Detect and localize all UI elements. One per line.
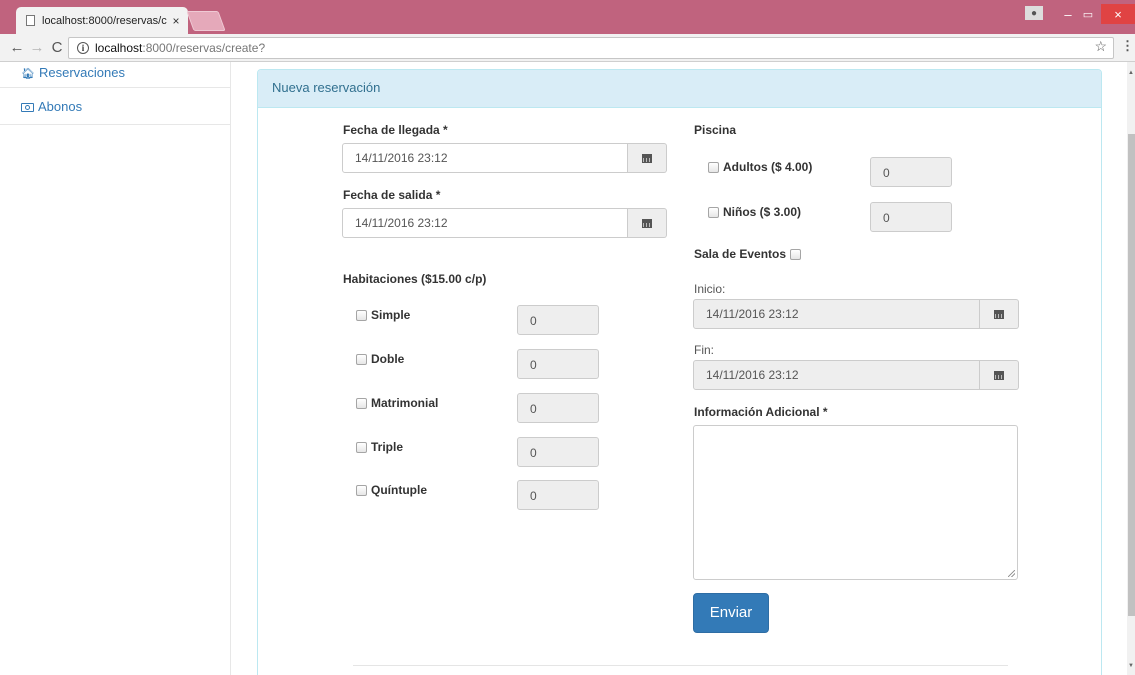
arrival-date-group: 14/11/2016 23:12 [342, 143, 667, 173]
checkbox[interactable] [356, 397, 367, 409]
pool-children-label: Niños ($ 3.00) [723, 205, 802, 219]
start-calendar-button[interactable] [980, 299, 1019, 329]
room-triple-quantity[interactable]: 0 [517, 437, 599, 467]
start-label: Inicio: [694, 282, 726, 296]
sidebar: 🏠︎ Reservaciones Abonos [0, 62, 231, 675]
arrival-date-label: Fecha de llegada * [343, 123, 448, 137]
checkbox[interactable] [708, 206, 719, 218]
tab-close-icon[interactable]: × [168, 14, 184, 28]
room-quintuple-quantity[interactable]: 0 [517, 480, 599, 510]
resize-handle-icon[interactable] [1008, 570, 1015, 577]
url-path: :8000/reservas/create? [142, 41, 266, 55]
forward-arrow-icon[interactable]: → [28, 38, 46, 58]
end-date-group: 14/11/2016 23:12 [693, 360, 1019, 390]
checkbox[interactable] [356, 353, 367, 365]
panel-heading: Nueva reservación [258, 70, 1101, 108]
room-simple-quantity[interactable]: 0 [517, 305, 599, 335]
scroll-down-arrow-icon[interactable]: ▼ [1128, 663, 1134, 669]
sidebar-item-reservaciones[interactable]: 🏠︎ Reservaciones [0, 62, 230, 88]
rooms-label: Habitaciones ($15.00 c/p) [343, 272, 487, 286]
home-icon: 🏠︎ [21, 68, 35, 80]
browser-tab[interactable]: localhost:8000/reservas/c × [16, 7, 188, 34]
submit-button[interactable]: Enviar [693, 593, 769, 633]
divider [353, 665, 1008, 666]
end-calendar-button[interactable] [980, 360, 1019, 390]
additional-info-textarea[interactable] [693, 425, 1018, 580]
reload-icon[interactable]: C [48, 38, 66, 58]
minimize-icon[interactable]: – [1058, 4, 1078, 24]
checkbox[interactable] [708, 161, 719, 173]
room-matrimonial-label: Matrimonial [371, 396, 439, 410]
arrival-calendar-button[interactable] [628, 143, 667, 173]
room-doble-checkbox-row[interactable]: Doble [356, 352, 404, 366]
address-bar[interactable]: i localhost:8000/reservas/create? ☆ [68, 37, 1114, 59]
room-quintuple-checkbox-row[interactable]: Quíntuple [356, 483, 427, 497]
room-triple-checkbox-row[interactable]: Triple [356, 440, 403, 454]
calendar-icon [642, 218, 652, 228]
calendar-icon [642, 153, 652, 163]
event-hall-label: Sala de Eventos [694, 247, 787, 261]
start-date-group: 14/11/2016 23:12 [693, 299, 1019, 329]
checkbox[interactable] [356, 484, 367, 496]
end-label: Fin: [694, 343, 715, 357]
departure-calendar-button[interactable] [628, 208, 667, 238]
scroll-up-arrow-icon[interactable]: ▲ [1128, 70, 1134, 76]
pool-adults-quantity[interactable]: 0 [870, 157, 952, 187]
pool-adults-label: Adultos ($ 4.00) [723, 160, 813, 174]
calendar-icon [994, 309, 1004, 319]
user-profile-icon[interactable]: ● [1025, 6, 1043, 20]
calendar-icon [994, 370, 1004, 380]
pool-adults-checkbox-row[interactable]: Adultos ($ 4.00) [708, 160, 812, 174]
checkbox[interactable] [356, 441, 367, 453]
sidebar-item-abonos[interactable]: Abonos [0, 88, 230, 125]
scrollbar-thumb[interactable] [1128, 134, 1135, 616]
checkbox[interactable] [790, 248, 802, 260]
sidebar-item-label: Reservaciones [38, 65, 125, 80]
money-icon [21, 103, 34, 112]
page-viewport: 🏠︎ Reservaciones Abonos Nueva reservación… [0, 62, 1135, 675]
room-doble-label: Doble [371, 352, 405, 366]
room-quintuple-label: Quíntuple [371, 483, 427, 497]
browser-menu-icon[interactable]: ⋮ [1121, 38, 1134, 54]
arrival-date-input[interactable]: 14/11/2016 23:12 [342, 143, 628, 173]
departure-date-label: Fecha de salida * [343, 188, 441, 202]
room-simple-checkbox-row[interactable]: Simple [356, 308, 410, 322]
room-simple-label: Simple [371, 308, 411, 322]
browser-toolbar: ← → C i localhost:8000/reservas/create? … [0, 34, 1135, 62]
room-matrimonial-checkbox-row[interactable]: Matrimonial [356, 396, 438, 410]
checkbox[interactable] [356, 309, 367, 321]
pool-children-checkbox-row[interactable]: Niños ($ 3.00) [708, 205, 801, 219]
page-icon [26, 15, 35, 26]
back-arrow-icon[interactable]: ← [8, 38, 26, 58]
departure-date-input[interactable]: 14/11/2016 23:12 [342, 208, 628, 238]
pool-children-quantity[interactable]: 0 [870, 202, 952, 232]
sidebar-item-label: Abonos [38, 99, 83, 114]
room-triple-label: Triple [371, 440, 404, 454]
maximize-icon[interactable]: ▭ [1078, 4, 1098, 24]
url-host: localhost [95, 41, 143, 55]
event-hall-checkbox-row[interactable]: Sala de Eventos [694, 247, 805, 261]
new-tab-button[interactable] [186, 11, 226, 31]
browser-titlebar: localhost:8000/reservas/c × ● – ▭ × [0, 0, 1135, 34]
bookmark-star-icon[interactable]: ☆ [1094, 38, 1107, 55]
reservation-panel: Nueva reservación Fecha de llegada * 14/… [257, 69, 1102, 675]
room-doble-quantity[interactable]: 0 [517, 349, 599, 379]
start-date-input[interactable]: 14/11/2016 23:12 [693, 299, 980, 329]
end-date-input[interactable]: 14/11/2016 23:12 [693, 360, 980, 390]
info-icon[interactable]: i [77, 42, 89, 54]
room-matrimonial-quantity[interactable]: 0 [517, 393, 599, 423]
additional-info-label: Información Adicional * [694, 405, 828, 419]
close-window-icon[interactable]: × [1101, 4, 1135, 24]
departure-date-group: 14/11/2016 23:12 [342, 208, 667, 238]
tab-title: localhost:8000/reservas/c [42, 14, 167, 27]
pool-label: Piscina [694, 123, 737, 137]
